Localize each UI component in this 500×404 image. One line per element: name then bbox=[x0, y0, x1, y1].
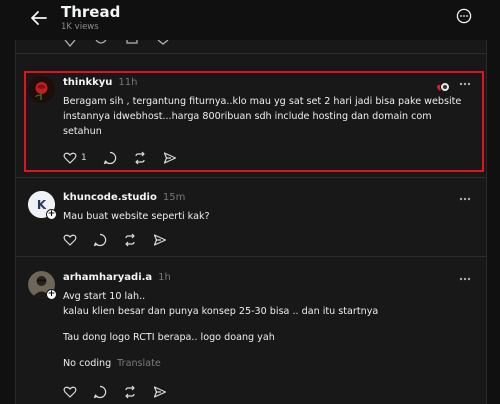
comment-icon[interactable] bbox=[93, 385, 107, 399]
post-time: 11h bbox=[118, 77, 138, 88]
previous-post-actions bbox=[63, 40, 170, 48]
more-options-icon[interactable] bbox=[456, 8, 472, 24]
post-text-line: kalau klien besar dan punya konsep 25-30… bbox=[63, 306, 379, 317]
more-options-icon[interactable] bbox=[458, 195, 472, 203]
post-text: Beragam sih , tergantung fiturnya..klo m… bbox=[63, 96, 462, 137]
more-options-icon[interactable] bbox=[458, 80, 472, 88]
page-title: Thread bbox=[61, 3, 121, 21]
post-time: 15m bbox=[162, 192, 186, 203]
repost-icon[interactable] bbox=[125, 40, 139, 48]
svg-text:K: K bbox=[37, 198, 47, 212]
post-actions: 1 bbox=[63, 151, 177, 165]
follow-plus-icon[interactable]: + bbox=[46, 209, 57, 220]
author-name[interactable]: arhamharyadi.a bbox=[63, 272, 152, 283]
heart-icon bbox=[63, 152, 77, 164]
share-icon[interactable] bbox=[156, 40, 170, 48]
repost-icon[interactable] bbox=[123, 385, 137, 399]
share-icon[interactable] bbox=[153, 233, 167, 247]
share-icon[interactable] bbox=[163, 151, 177, 165]
comment-icon[interactable] bbox=[103, 151, 117, 165]
post-text-line: No coding bbox=[63, 358, 112, 369]
post-author[interactable]: arhamharyadi.a 1h bbox=[63, 272, 171, 283]
view-count: 1K views bbox=[61, 22, 99, 32]
more-options-icon[interactable] bbox=[458, 275, 472, 283]
post-author[interactable]: khuncode.studio 15m bbox=[63, 192, 185, 203]
divider bbox=[16, 256, 486, 257]
author-name[interactable]: thinkkyu bbox=[63, 77, 112, 88]
avatar[interactable] bbox=[28, 76, 55, 103]
post-time: 1h bbox=[158, 272, 171, 283]
heart-icon[interactable] bbox=[63, 233, 77, 247]
post-text-line: Tau dong logo RCTI berapa.. logo doang y… bbox=[63, 332, 275, 343]
post-actions bbox=[63, 385, 167, 399]
follow-plus-icon[interactable]: + bbox=[46, 289, 57, 300]
thread-header: Thread 1K views bbox=[0, 0, 500, 40]
share-icon[interactable] bbox=[153, 385, 167, 399]
comment-icon[interactable] bbox=[94, 40, 108, 48]
heart-icon[interactable] bbox=[63, 40, 77, 48]
thread-panel: thinkkyu 11h Beragam sih , tergantung fit… bbox=[15, 40, 487, 404]
like-count: 1 bbox=[81, 153, 87, 163]
repost-icon[interactable] bbox=[123, 233, 137, 247]
post-text: Mau buat website seperti kak? bbox=[63, 211, 210, 222]
post-actions bbox=[63, 233, 167, 247]
heart-icon[interactable] bbox=[63, 385, 77, 399]
post-author[interactable]: thinkkyu 11h bbox=[63, 77, 137, 88]
like-button[interactable]: 1 bbox=[63, 151, 87, 165]
author-reaction-badge bbox=[434, 78, 450, 92]
divider bbox=[16, 177, 486, 178]
divider bbox=[16, 53, 486, 54]
post-text-line: No coding Translate bbox=[63, 356, 463, 371]
comment-icon[interactable] bbox=[93, 233, 107, 247]
post-text-line: Avg start 10 lah.. bbox=[63, 291, 146, 302]
back-arrow-icon[interactable] bbox=[30, 9, 48, 27]
translate-link[interactable]: Translate bbox=[117, 358, 161, 369]
repost-icon[interactable] bbox=[133, 151, 147, 165]
author-name[interactable]: khuncode.studio bbox=[63, 192, 157, 203]
